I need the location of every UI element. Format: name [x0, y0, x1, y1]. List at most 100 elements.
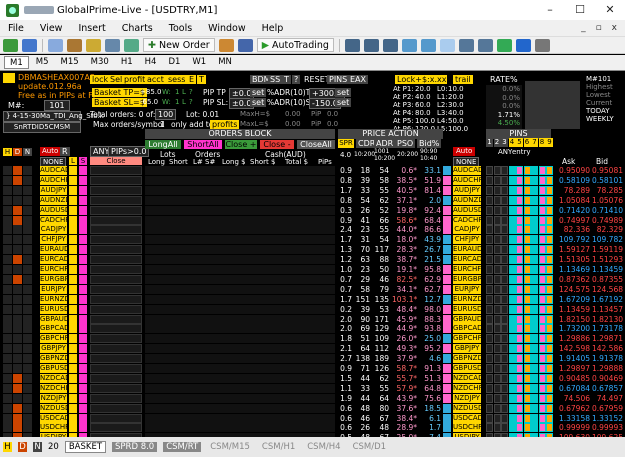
pin-cell[interactable] — [508, 423, 516, 433]
symbol-right-button[interactable]: GBPUSD — [453, 364, 482, 373]
long-button[interactable] — [69, 215, 77, 225]
pin-cell[interactable] — [546, 265, 553, 274]
long-button[interactable] — [69, 423, 77, 433]
pin-cell[interactable] — [493, 195, 501, 205]
close-cells[interactable] — [90, 354, 142, 364]
pin-cell[interactable] — [486, 334, 493, 344]
basket-sl-button[interactable]: Basket SL=$ — [92, 98, 147, 107]
pin-cell[interactable] — [486, 274, 493, 284]
d-cell[interactable] — [13, 383, 22, 393]
long-all-button[interactable]: LongAll — [145, 140, 181, 149]
h-cell[interactable] — [3, 364, 12, 373]
symbol-right-button[interactable]: EURCHF — [453, 265, 481, 274]
d-cell[interactable] — [13, 324, 22, 334]
long-button[interactable] — [69, 175, 77, 185]
pin-cell[interactable] — [493, 314, 501, 324]
long-button[interactable] — [69, 294, 77, 304]
h-cell[interactable] — [3, 383, 12, 393]
short-button[interactable] — [79, 314, 87, 324]
pin-header-2[interactable]: 2 — [493, 138, 501, 147]
pin-cell[interactable] — [501, 403, 508, 413]
pin-header-3[interactable]: 3 — [501, 138, 508, 147]
pin-cell[interactable] — [523, 364, 531, 373]
short-button[interactable] — [79, 215, 87, 225]
pin-cell[interactable] — [508, 255, 516, 265]
pin-cell[interactable] — [546, 324, 553, 334]
pin-cell[interactable] — [531, 215, 538, 225]
n-cell[interactable] — [23, 245, 32, 255]
help-button[interactable]: ? — [292, 75, 301, 84]
adr-tp-set[interactable]: set — [335, 88, 352, 97]
symbol-button[interactable]: CADCHF — [40, 215, 69, 225]
pin-cell[interactable] — [493, 354, 501, 364]
reset-button[interactable]: RESET — [304, 75, 330, 84]
d-cell[interactable] — [13, 354, 22, 364]
n-cell[interactable] — [23, 255, 32, 265]
template-field[interactable]: } 4-15-30Ma_TDI_Ang_Sto.k — [3, 111, 104, 122]
symbol-button[interactable]: EURUSD — [40, 304, 69, 314]
short-button[interactable] — [79, 284, 87, 294]
pin-cell[interactable] — [546, 255, 553, 265]
pin-cell[interactable] — [538, 403, 546, 413]
pin-cell[interactable] — [501, 195, 508, 205]
pin-cell[interactable] — [493, 393, 501, 403]
pin-cell[interactable] — [523, 205, 531, 215]
short-button[interactable] — [79, 274, 87, 284]
pin-cell[interactable] — [538, 334, 546, 344]
short-button[interactable] — [79, 185, 87, 195]
close-cells[interactable] — [90, 393, 142, 403]
pin-cell[interactable] — [516, 393, 523, 403]
pin-cell[interactable] — [531, 364, 538, 373]
short-button[interactable] — [79, 413, 87, 423]
pin-cell[interactable] — [531, 265, 538, 274]
long-button[interactable] — [69, 324, 77, 334]
close-cells[interactable] — [90, 185, 142, 195]
maximize-button[interactable]: ☐ — [565, 0, 595, 20]
long-button[interactable] — [69, 334, 77, 344]
short-button[interactable] — [79, 383, 87, 393]
profits-button[interactable]: profits — [210, 120, 240, 129]
acct-button[interactable]: acct — [145, 75, 166, 84]
zoom-out-icon[interactable] — [420, 38, 436, 52]
pin-cell[interactable] — [501, 215, 508, 225]
new-chart-icon[interactable] — [3, 38, 18, 52]
pin-cell[interactable] — [546, 373, 553, 383]
pin-cell[interactable] — [531, 344, 538, 354]
n-cell[interactable] — [23, 185, 32, 195]
pin-cell[interactable] — [531, 274, 538, 284]
n-cell[interactable] — [23, 215, 32, 225]
symbol-button[interactable]: GBPNZD — [40, 354, 70, 364]
pin-cell[interactable] — [508, 314, 516, 324]
pin-cell[interactable] — [546, 423, 553, 433]
symbol-right-button[interactable]: AUDJPY — [453, 185, 481, 195]
pin-cell[interactable] — [486, 304, 493, 314]
pin-cell[interactable] — [486, 255, 493, 265]
pin-cell[interactable] — [523, 175, 531, 185]
pin-cell[interactable] — [493, 364, 501, 373]
pin-cell[interactable] — [546, 334, 553, 344]
pin-cell[interactable] — [508, 383, 516, 393]
pin-cell[interactable] — [546, 175, 553, 185]
sess-button[interactable]: sess — [166, 75, 188, 84]
h-cell[interactable] — [3, 265, 12, 274]
pin-cell[interactable] — [516, 373, 523, 383]
tf-m1[interactable]: M1 — [4, 56, 29, 69]
pa-pso-tab[interactable]: PSO — [395, 139, 416, 148]
menu-file[interactable]: File — [0, 23, 32, 34]
short-button[interactable] — [79, 354, 87, 364]
eax-button[interactable]: EAX — [348, 75, 369, 84]
tab-csm-rt[interactable]: CSM/RT — [163, 442, 202, 452]
mdi-minimize-button[interactable]: _ — [581, 23, 586, 33]
close-cells[interactable] — [90, 413, 142, 423]
short-button[interactable] — [79, 393, 87, 403]
pin-cell[interactable] — [486, 364, 493, 373]
pin-cell[interactable] — [546, 364, 553, 373]
pin-header-6[interactable]: 6 — [523, 138, 531, 147]
pin-cell[interactable] — [546, 403, 553, 413]
h-cell[interactable] — [3, 324, 12, 334]
pin-cell[interactable] — [486, 383, 493, 393]
pin-cell[interactable] — [531, 284, 538, 294]
h-cell[interactable] — [3, 215, 12, 225]
pin-cell[interactable] — [486, 393, 493, 403]
symbol-right-button[interactable]: GBPCHF — [453, 334, 482, 344]
